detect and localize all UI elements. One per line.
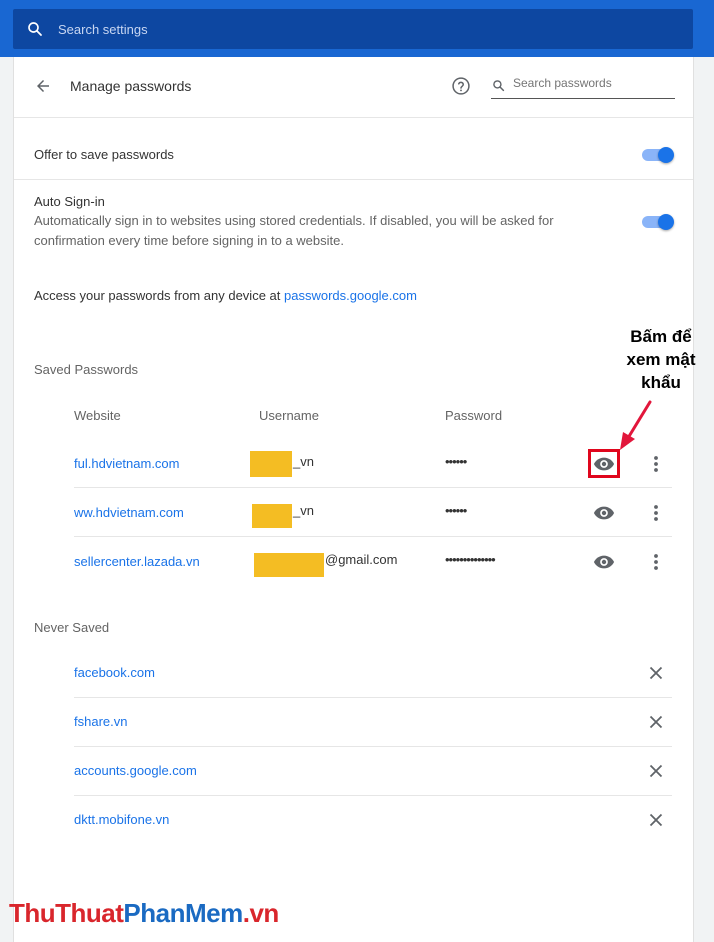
- toggle-knob: [658, 214, 674, 230]
- annotation-line1: Bấm để: [630, 327, 692, 346]
- settings-search-box[interactable]: [13, 9, 693, 49]
- close-icon[interactable]: [649, 715, 663, 729]
- annotation-text: Bấm để xem mật khẩu: [606, 325, 714, 394]
- more-vert-icon[interactable]: [649, 552, 663, 572]
- never-saved-row: fshare.vn: [74, 698, 672, 747]
- offer-save-label: Offer to save passwords: [34, 147, 174, 162]
- watermark-part1: ThuThuat: [9, 898, 124, 928]
- saved-username: _vn: [293, 503, 314, 518]
- saved-website-link[interactable]: ww.hdvietnam.com: [74, 505, 184, 520]
- password-search-field[interactable]: [491, 73, 675, 99]
- help-circle-icon[interactable]: [451, 76, 471, 96]
- more-vert-icon[interactable]: [649, 454, 663, 474]
- watermark-part2: PhanMem: [123, 898, 243, 928]
- saved-website-link[interactable]: sellercenter.lazada.vn: [74, 554, 200, 569]
- saved-password-row: ww.hdvietnam.com _vn ••••••: [74, 488, 672, 537]
- column-password: Password: [445, 408, 503, 423]
- divider: [14, 179, 693, 180]
- annotation-line3: khẩu: [641, 373, 681, 392]
- saved-password: ••••••: [445, 454, 467, 469]
- never-saved-link[interactable]: fshare.vn: [74, 714, 127, 729]
- saved-website-link[interactable]: ful.hdvietnam.com: [74, 456, 180, 471]
- never-saved-row: accounts.google.com: [74, 747, 672, 796]
- access-text: Access your passwords from any device at: [34, 288, 284, 303]
- username-redaction: [254, 553, 324, 577]
- never-saved-row: facebook.com: [74, 649, 672, 698]
- access-passwords-text: Access your passwords from any device at…: [34, 288, 417, 303]
- never-saved-link[interactable]: accounts.google.com: [74, 763, 197, 778]
- page-title: Manage passwords: [70, 78, 192, 94]
- saved-password-row: sellercenter.lazada.vn @gmail.com ••••••…: [74, 537, 672, 586]
- top-bar: [0, 0, 714, 57]
- auto-signin-description: Automatically sign in to websites using …: [34, 211, 594, 251]
- eye-icon[interactable]: [593, 554, 615, 570]
- auto-signin-description-line1: Automatically sign in to websites using …: [34, 213, 554, 228]
- saved-passwords-title: Saved Passwords: [34, 362, 139, 377]
- offer-save-toggle[interactable]: [642, 147, 676, 163]
- password-search-input[interactable]: [513, 76, 673, 90]
- annotation-arrow: [620, 400, 652, 450]
- never-saved-row: dktt.mobifone.vn: [74, 796, 672, 845]
- eye-highlight-box: [588, 449, 620, 478]
- auto-signin-description-line2: confirmation every time before signing i…: [34, 233, 344, 248]
- search-icon: [28, 22, 42, 36]
- never-saved-title: Never Saved: [34, 620, 110, 635]
- auto-signin-label: Auto Sign-in: [34, 194, 105, 209]
- close-icon[interactable]: [649, 764, 663, 778]
- never-saved-link[interactable]: facebook.com: [74, 665, 155, 680]
- never-saved-link[interactable]: dktt.mobifone.vn: [74, 812, 169, 827]
- arrow-back-icon[interactable]: [34, 77, 52, 95]
- settings-card: Manage passwords Offer to save passwords…: [13, 57, 694, 942]
- close-icon[interactable]: [649, 813, 663, 827]
- watermark-logo: ThuThuatPhanMem.vn: [9, 898, 279, 929]
- close-icon[interactable]: [649, 666, 663, 680]
- annotation-line2: xem mật: [626, 350, 696, 369]
- auto-signin-toggle[interactable]: [642, 214, 676, 230]
- saved-password-row: ful.hdvietnam.com _vn ••••••: [74, 439, 672, 488]
- toggle-knob: [658, 147, 674, 163]
- saved-password: ••••••••••••••: [445, 552, 496, 567]
- column-username: Username: [259, 408, 319, 423]
- divider: [14, 117, 693, 118]
- more-vert-icon[interactable]: [649, 503, 663, 523]
- saved-username: _vn: [293, 454, 314, 469]
- column-website: Website: [74, 408, 121, 423]
- settings-search-input[interactable]: [58, 21, 658, 37]
- passwords-google-link[interactable]: passwords.google.com: [284, 288, 417, 303]
- watermark-part3: .vn: [242, 898, 280, 928]
- saved-password: ••••••: [445, 503, 467, 518]
- page-header: Manage passwords: [14, 57, 693, 117]
- search-icon: [493, 80, 505, 92]
- username-redaction: [252, 504, 292, 528]
- eye-icon[interactable]: [593, 505, 615, 521]
- username-redaction: [250, 451, 292, 477]
- saved-username: @gmail.com: [325, 552, 398, 567]
